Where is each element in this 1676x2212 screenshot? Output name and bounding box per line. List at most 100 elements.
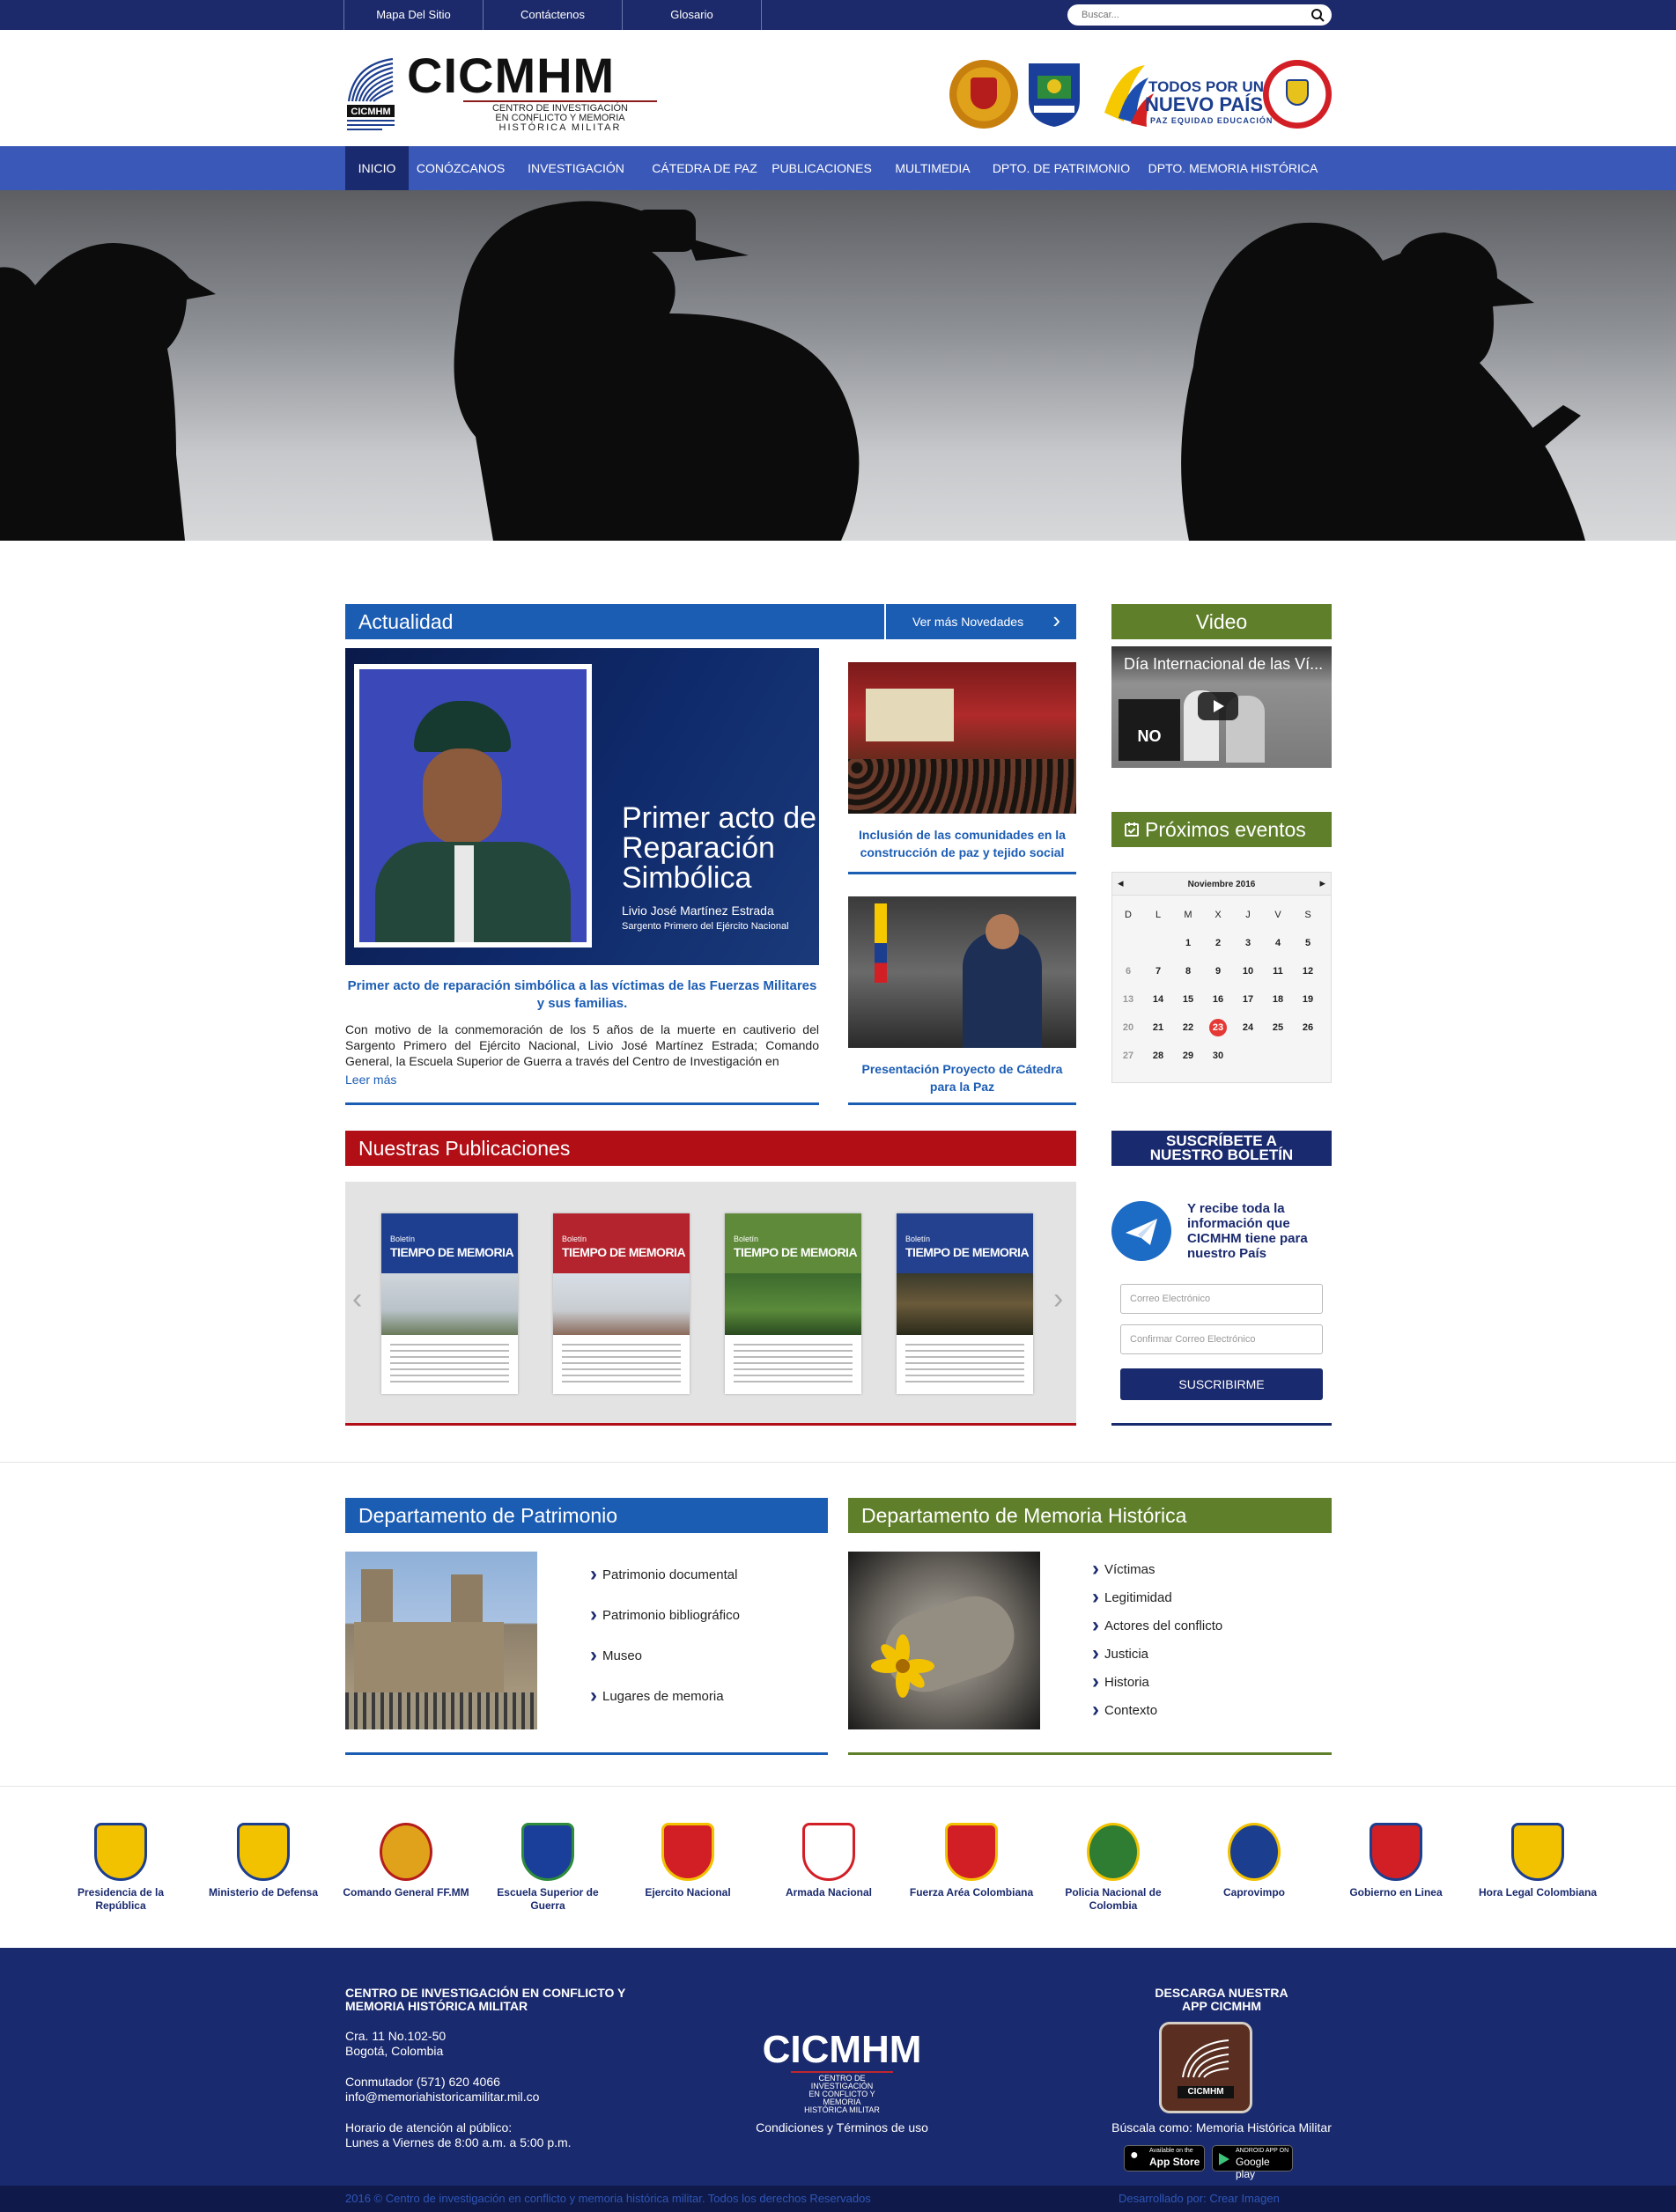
memoria-link[interactable]: Víctimas	[1092, 1557, 1155, 1582]
calendar-day[interactable]: 13	[1114, 994, 1142, 1005]
partner-link[interactable]: Ministerio de Defensa	[197, 1823, 329, 1899]
calendar-day[interactable]: 14	[1144, 994, 1172, 1005]
subscribe-button[interactable]: SUSCRIBIRME	[1120, 1368, 1323, 1400]
partner-link[interactable]: Comando General FF.MM	[340, 1823, 472, 1899]
patrimonio-link[interactable]: Museo	[590, 1643, 642, 1668]
site-logo-text[interactable]: CICMHM	[407, 51, 615, 100]
calendar-day[interactable]: 15	[1174, 994, 1202, 1005]
partner-link[interactable]: Caprovimpo	[1188, 1823, 1320, 1899]
calendar-day[interactable]: 5	[1294, 938, 1322, 948]
nav-item-dpto-patrimonio[interactable]: DPTO. DE PATRIMONIO	[986, 146, 1136, 190]
email-field[interactable]: Correo Electrónico	[1120, 1284, 1323, 1314]
partner-link[interactable]: Fuerza Aréa Colombiana	[905, 1823, 1037, 1899]
calendar-day[interactable]: 10	[1234, 966, 1262, 977]
carousel-next-arrow-icon[interactable]: ›	[1053, 1282, 1063, 1316]
memoria-link[interactable]: Justicia	[1092, 1641, 1148, 1666]
calendar-day[interactable]: 26	[1294, 1022, 1322, 1033]
calendar-day[interactable]: 27	[1114, 1051, 1142, 1061]
patrimonio-link[interactable]: Patrimonio documental	[590, 1562, 737, 1587]
more-news-button[interactable]: Ver más Novedades ›	[886, 604, 1076, 639]
calendar-day[interactable]: 29	[1174, 1051, 1202, 1061]
news-image-catedra-presentation[interactable]	[848, 896, 1076, 1048]
search-icon[interactable]	[1311, 8, 1325, 22]
footer-logo[interactable]: CICMHM	[747, 2031, 937, 2069]
calendar-day[interactable]: 12	[1294, 966, 1322, 977]
calendar-day[interactable]: 22	[1174, 1022, 1202, 1033]
nav-item-investigacion[interactable]: INVESTIGACIÓN	[513, 146, 639, 190]
calendar-day[interactable]: 19	[1294, 994, 1322, 1005]
developer-credit-link[interactable]: Desarrollado por: Crear Imagen	[1119, 2192, 1280, 2205]
publication-cover[interactable]: Boletín TIEMPO DE MEMORIA	[381, 1213, 518, 1394]
news-image-community-event[interactable]	[848, 662, 1076, 814]
calendar-day[interactable]: 18	[1264, 994, 1292, 1005]
cathedral-image[interactable]	[345, 1552, 537, 1729]
calendar-day[interactable]: 20	[1114, 1022, 1142, 1033]
memoria-link[interactable]: Legitimidad	[1092, 1585, 1172, 1610]
confirm-email-field[interactable]: Confirmar Correo Electrónico	[1120, 1324, 1323, 1354]
calendar-day[interactable]: 11	[1264, 966, 1292, 977]
nav-item-conozcanos[interactable]: CONÓZCANOS	[409, 146, 513, 190]
site-map-link[interactable]: Mapa Del Sitio	[344, 0, 484, 30]
calendar-today-marker[interactable]: 23	[1209, 1019, 1227, 1036]
publication-cover[interactable]: Boletín TIEMPO DE MEMORIA	[553, 1213, 690, 1394]
partner-link[interactable]: Presidencia de la República	[55, 1823, 187, 1913]
calendar-day[interactable]: 9	[1204, 966, 1232, 977]
patrimonio-link[interactable]: Lugares de memoria	[590, 1684, 724, 1708]
partner-link[interactable]: Escuela Superior de Guerra	[482, 1823, 614, 1913]
nav-item-multimedia[interactable]: MULTIMEDIA	[881, 146, 985, 190]
app-icon[interactable]: CICMHM	[1159, 2022, 1252, 2113]
calendar-day[interactable]: 6	[1114, 966, 1142, 977]
calendar-day[interactable]: 23	[1204, 1019, 1232, 1036]
hands-with-flower-image[interactable]	[848, 1552, 1040, 1729]
partner-link[interactable]: Ejercito Nacional	[622, 1823, 754, 1899]
carousel-prev-arrow-icon[interactable]: ‹	[352, 1282, 362, 1316]
cicmhm-logo-icon[interactable]: CICMHM	[345, 55, 396, 133]
publication-cover[interactable]: Boletín TIEMPO DE MEMORIA	[897, 1213, 1033, 1394]
play-button[interactable]	[1198, 692, 1238, 720]
partner-link[interactable]: Hora Legal Colombiana	[1472, 1823, 1604, 1899]
terms-link[interactable]: Condiciones y Términos de uso	[745, 2120, 939, 2135]
partner-label: Policia Nacional de Colombia	[1065, 1886, 1162, 1912]
partner-link[interactable]: Policia Nacional de Colombia	[1047, 1823, 1179, 1913]
partner-link[interactable]: Gobierno en Linea	[1330, 1823, 1462, 1899]
news-title-inclusion[interactable]: Inclusión de las comunidades en la const…	[848, 826, 1076, 861]
contact-link[interactable]: Contáctenos	[484, 0, 623, 30]
calendar-day[interactable]: 3	[1234, 938, 1262, 948]
footer-email-link[interactable]: info@memoriahistoricamilitar.mil.co	[345, 2090, 539, 2105]
nav-item-inicio[interactable]: INICIO	[345, 146, 409, 190]
featured-news-image[interactable]: Primer acto de Reparación Simbólica Livi…	[345, 648, 819, 965]
app-store-button[interactable]: ● Available on the App Store	[1124, 2145, 1205, 2171]
google-play-button[interactable]: ANDROID APP ON Google play	[1212, 2145, 1293, 2180]
memoria-link[interactable]: Historia	[1092, 1670, 1149, 1694]
read-more-link[interactable]: Leer más	[345, 1073, 396, 1087]
video-caption: Día Internacional de las Ví...	[1124, 655, 1324, 673]
search-input[interactable]	[1067, 4, 1332, 26]
nav-item-publicaciones[interactable]: PUBLICACIONES	[770, 146, 874, 190]
footer-phone: Conmutador (571) 620 4066	[345, 2075, 500, 2089]
calendar-day[interactable]: 16	[1204, 994, 1232, 1005]
calendar-day[interactable]: 8	[1174, 966, 1202, 977]
calendar-day[interactable]: 2	[1204, 938, 1232, 948]
memoria-link[interactable]: Contexto	[1092, 1698, 1157, 1722]
calendar-day[interactable]: 17	[1234, 994, 1262, 1005]
memoria-link[interactable]: Actores del conflicto	[1092, 1613, 1222, 1638]
nav-item-dpto-memoria-historica[interactable]: DPTO. MEMORIA HISTÓRICA	[1145, 146, 1321, 190]
calendar-day[interactable]: 1	[1174, 938, 1202, 948]
cover-photo	[725, 1273, 861, 1335]
video-player[interactable]: NO MAS Día Internacional de las Ví...	[1111, 646, 1332, 768]
calendar-day[interactable]: 25	[1264, 1022, 1292, 1033]
calendar-day[interactable]: 21	[1144, 1022, 1172, 1033]
nav-item-catedra-de-paz[interactable]: CÁTEDRA DE PAZ	[639, 146, 770, 190]
calendar-day[interactable]: 30	[1204, 1051, 1232, 1061]
calendar-day[interactable]: 24	[1234, 1022, 1262, 1033]
partner-link[interactable]: Armada Nacional	[763, 1823, 895, 1899]
news-title-catedra[interactable]: Presentación Proyecto de Cátedra para la…	[848, 1060, 1076, 1095]
calendar-day[interactable]: 4	[1264, 938, 1292, 948]
publication-cover[interactable]: Boletín TIEMPO DE MEMORIA	[725, 1213, 861, 1394]
patrimonio-link[interactable]: Patrimonio bibliográfico	[590, 1603, 740, 1627]
calendar-day[interactable]: 28	[1144, 1051, 1172, 1061]
glossary-link[interactable]: Glosario	[623, 0, 762, 30]
events-calendar: ◂ ▸ Noviembre 2016 D L M X J V S 1 2 3 4 5 6 7 8 9 10 11 1…	[1111, 872, 1332, 1083]
featured-news-title[interactable]: Primer acto de reparación simbólica a la…	[345, 977, 819, 1013]
calendar-day[interactable]: 7	[1144, 966, 1172, 977]
